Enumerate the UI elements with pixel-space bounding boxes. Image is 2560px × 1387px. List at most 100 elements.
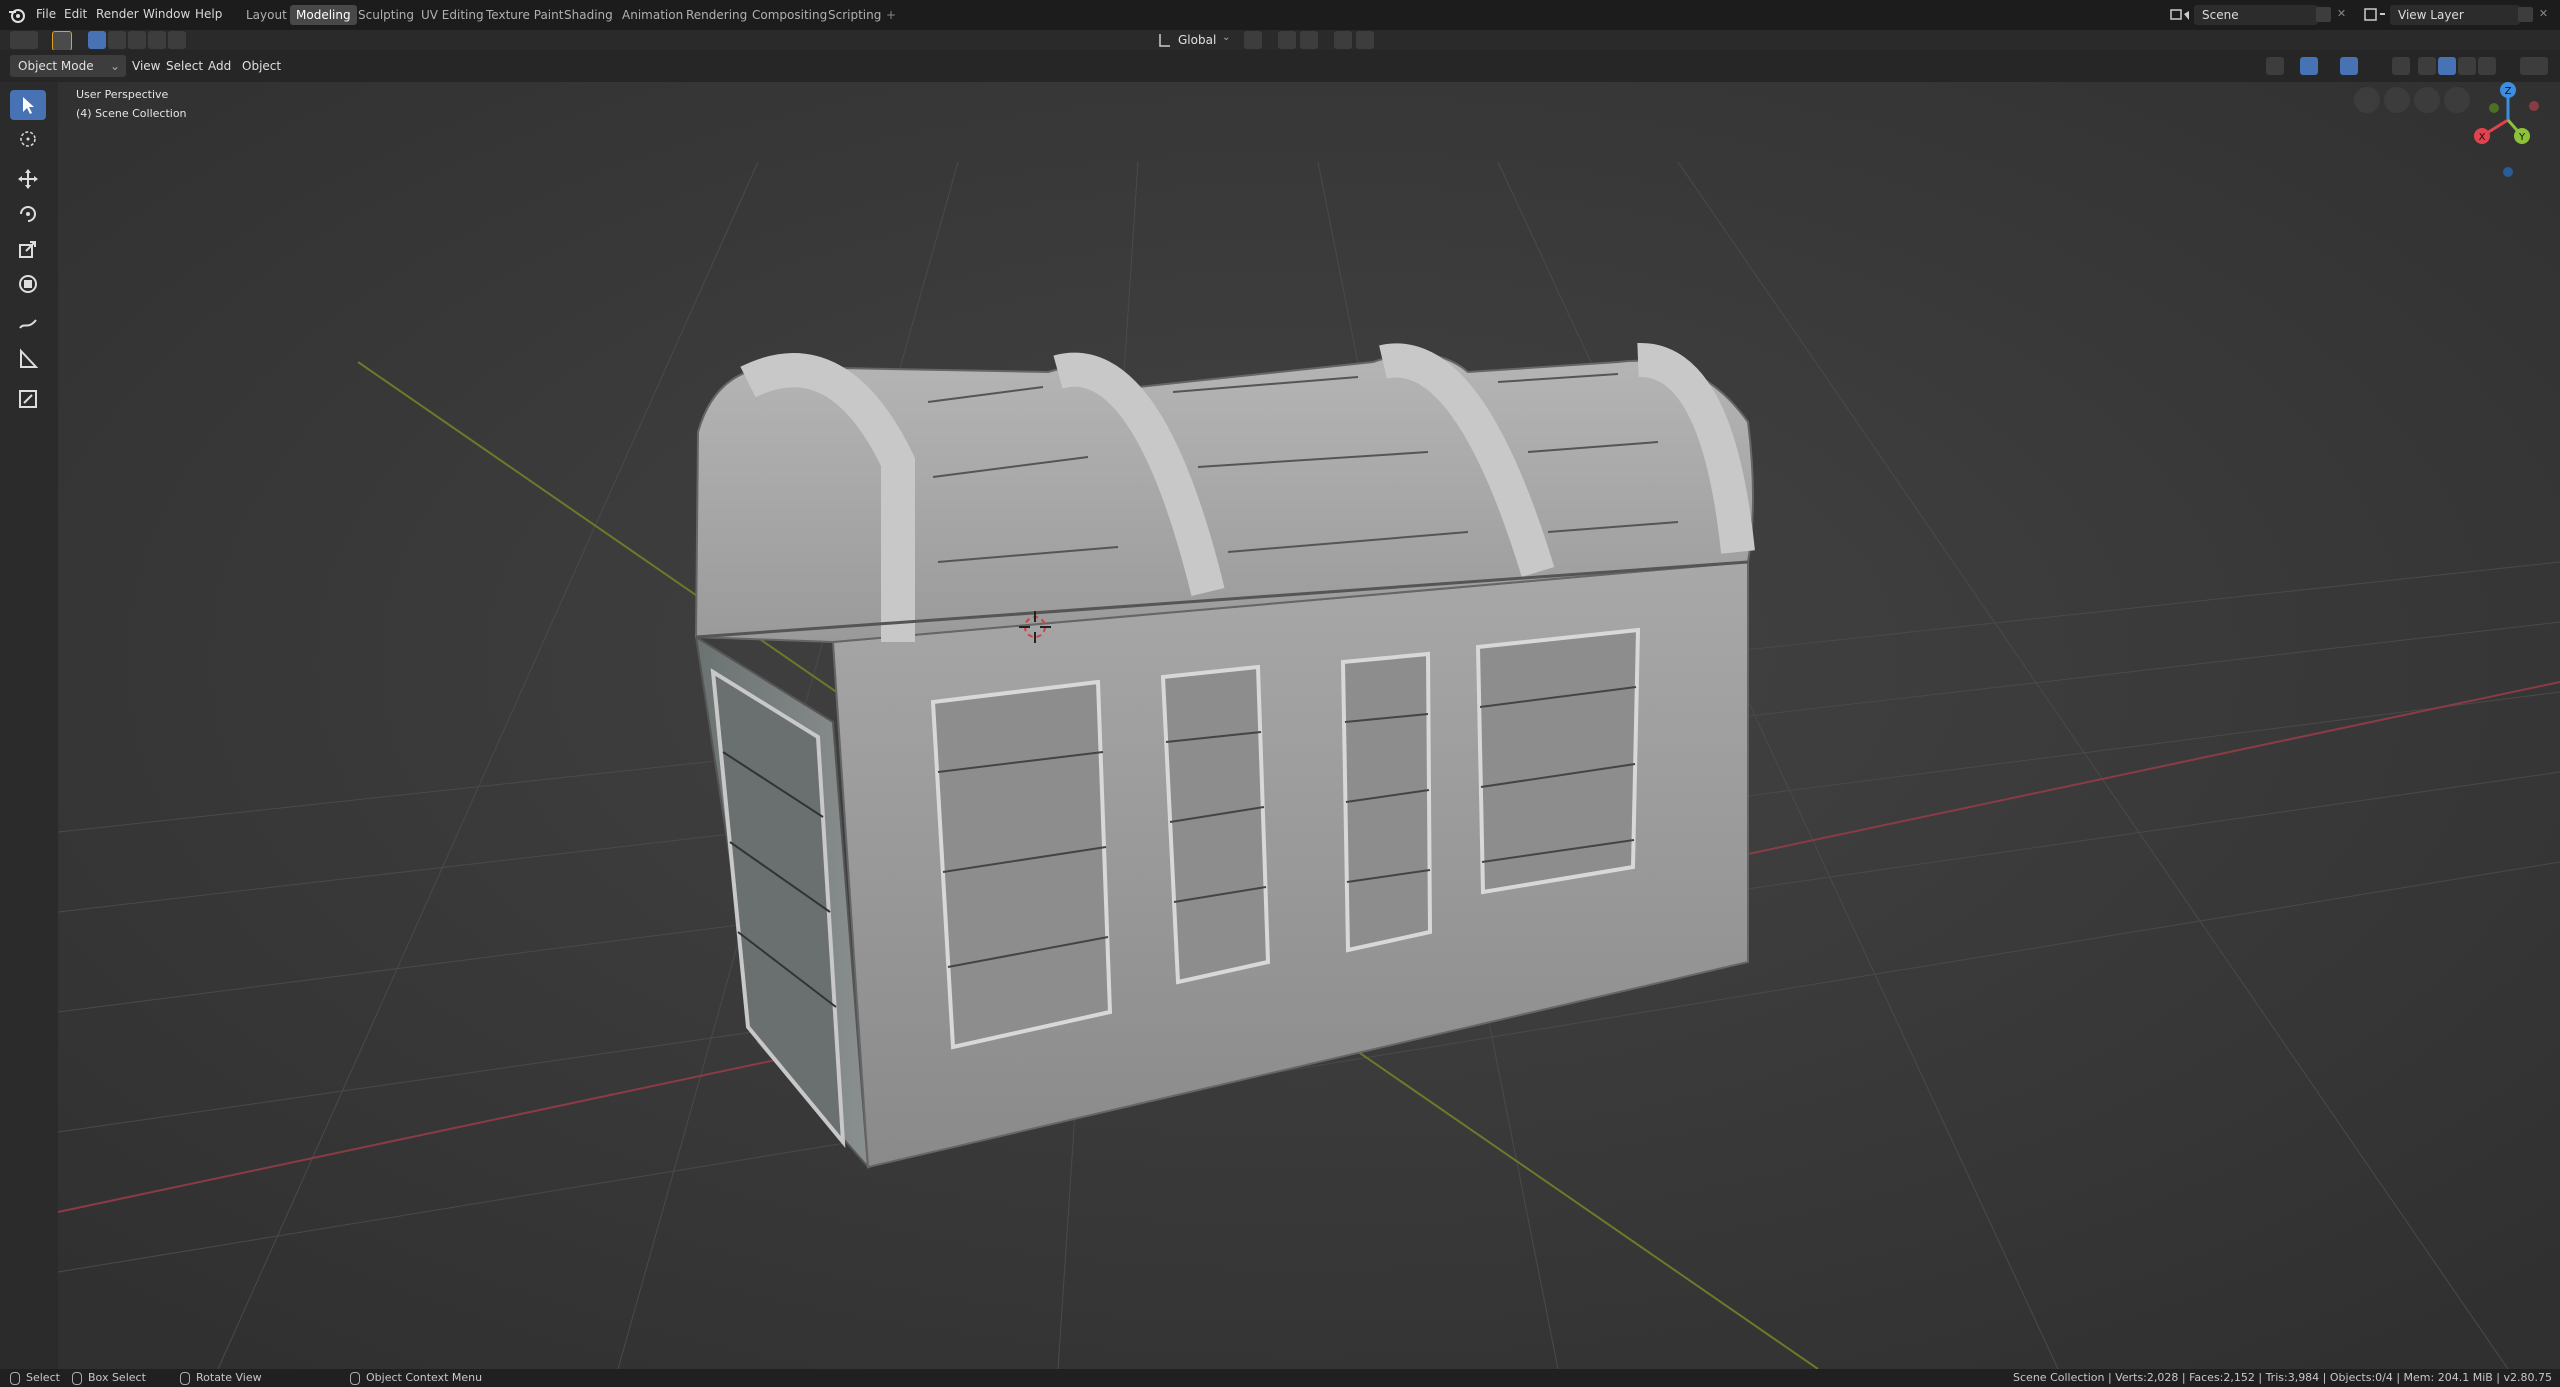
select-box-tool[interactable] — [10, 90, 46, 120]
pan-view-hand-icon[interactable] — [2414, 87, 2440, 113]
material-shading-icon[interactable] — [2458, 57, 2476, 75]
add-workspace-button[interactable]: + — [880, 5, 902, 25]
view-layer-field[interactable]: View Layer — [2390, 5, 2520, 25]
mode-dropdown[interactable]: Object Mode ⌄ — [10, 55, 126, 77]
select-mode-new-icon[interactable] — [88, 31, 106, 49]
viewport-header: Object Mode ⌄ View Select Add Object — [0, 50, 2560, 82]
tab-scripting[interactable]: Scripting — [822, 5, 887, 25]
view-layer-icon[interactable] — [2362, 6, 2388, 24]
rotate-icon — [20, 206, 36, 222]
menu-window[interactable]: Window — [143, 7, 190, 21]
view-perspective-label: User Perspective — [76, 88, 169, 101]
status-rotate-view: Rotate View — [180, 1371, 262, 1385]
remove-scene-icon[interactable]: ✕ — [2334, 7, 2349, 22]
xray-toggle-icon[interactable] — [2392, 57, 2410, 75]
select-mode-invert-icon[interactable] — [148, 31, 166, 49]
neg-y-axis-handle[interactable] — [2489, 103, 2499, 113]
crosshair-icon — [20, 131, 36, 147]
select-mode-extend-icon[interactable] — [108, 31, 126, 49]
new-view-layer-button[interactable] — [2518, 7, 2533, 22]
chest-panel-1 — [930, 679, 1113, 1050]
neg-z-axis-handle[interactable] — [2503, 167, 2513, 177]
solid-shading-icon[interactable] — [2438, 57, 2456, 75]
scale-icon — [19, 241, 36, 258]
add-cube-tool[interactable] — [10, 384, 46, 414]
transform-orientation-dropdown[interactable]: Global — [1172, 29, 1222, 51]
falloff-icon[interactable] — [1356, 31, 1374, 49]
collection-label: (4) Scene Collection — [76, 107, 187, 120]
tab-texture-paint[interactable]: Texture Paint — [480, 5, 569, 25]
pencil-icon — [19, 319, 37, 329]
status-box-select: Box Select — [72, 1371, 146, 1385]
move-tool[interactable] — [10, 164, 46, 194]
gizmo-toggle-icon[interactable] — [2300, 57, 2318, 75]
overlays-toggle-icon[interactable] — [2340, 57, 2358, 75]
x-axis-label: X — [2479, 132, 2486, 143]
viewport-canvas[interactable]: Z X Y — [57, 82, 2560, 1370]
tab-shading[interactable]: Shading — [558, 5, 619, 25]
proportional-editing-icon[interactable] — [1334, 31, 1352, 49]
annotate-tool[interactable] — [10, 309, 46, 339]
menu-render[interactable]: Render — [96, 7, 139, 21]
rendered-shading-icon[interactable] — [2478, 57, 2496, 75]
mouse-drag-icon — [72, 1371, 82, 1385]
mouse-left-icon — [10, 1371, 20, 1385]
tab-layout[interactable]: Layout — [240, 5, 293, 25]
scale-tool[interactable] — [10, 234, 46, 264]
remove-view-layer-icon[interactable]: ✕ — [2536, 7, 2551, 22]
transform-orientation-icon — [1159, 34, 1170, 47]
ruler-icon — [20, 348, 39, 368]
visibility-icon[interactable] — [2266, 57, 2284, 75]
tab-uv-editing[interactable]: UV Editing — [415, 5, 490, 25]
chevron-down-icon: ⌄ — [109, 59, 120, 73]
scene-name-field[interactable]: Scene — [2194, 5, 2318, 25]
rotate-tool[interactable] — [10, 199, 46, 229]
move-icon — [18, 169, 38, 189]
status-rotate-view-label: Rotate View — [196, 1371, 262, 1384]
select-mode-intersect-icon[interactable] — [168, 31, 186, 49]
cursor-arrow-icon — [23, 97, 34, 114]
cursor-tool[interactable] — [10, 124, 46, 154]
select-mode-subtract-icon[interactable] — [128, 31, 146, 49]
zoom-view-icon[interactable] — [2444, 87, 2470, 113]
chest-panel-3 — [1340, 651, 1433, 953]
tab-modeling[interactable]: Modeling — [290, 5, 357, 25]
neg-x-axis-handle[interactable] — [2529, 101, 2539, 111]
measure-tool[interactable] — [10, 344, 46, 374]
snap-target-icon[interactable] — [1300, 31, 1318, 49]
menu-edit[interactable]: Edit — [64, 7, 87, 21]
tab-sculpting[interactable]: Sculpting — [352, 5, 420, 25]
3d-viewport[interactable]: Z X Y User Perspective (4) Scene Collect… — [57, 82, 2560, 1370]
menu-object[interactable]: Object — [236, 55, 287, 77]
chest-panel-4 — [1475, 627, 1641, 895]
tab-animation[interactable]: Animation — [616, 5, 689, 25]
snap-icon[interactable] — [1278, 31, 1296, 49]
status-context-menu: Object Context Menu — [350, 1371, 482, 1385]
menu-help[interactable]: Help — [195, 7, 222, 21]
sidebar-toggle-icon[interactable] — [2520, 57, 2548, 75]
tab-rendering[interactable]: Rendering — [680, 5, 753, 25]
tab-compositing[interactable]: Compositing — [746, 5, 833, 25]
menu-file[interactable]: File — [36, 7, 56, 21]
status-select-label: Select — [26, 1371, 60, 1384]
mouse-right-icon — [350, 1371, 360, 1385]
wireframe-shading-icon[interactable] — [2418, 57, 2436, 75]
menu-add[interactable]: Add — [202, 55, 237, 77]
blender-logo-icon[interactable] — [8, 6, 26, 24]
tool-shelf — [0, 82, 58, 1369]
toggle-camera-view-icon[interactable] — [2354, 87, 2380, 113]
new-scene-button[interactable] — [2316, 7, 2331, 22]
scene-statistics: Scene Collection | Verts:2,028 | Faces:2… — [2013, 1371, 2552, 1384]
cube-add-icon — [19, 390, 37, 408]
editor-type-icon[interactable] — [10, 31, 38, 49]
z-axis-label: Z — [2505, 86, 2512, 97]
scene-icon[interactable] — [2168, 6, 2192, 24]
pivot-point-icon[interactable] — [1244, 31, 1262, 49]
mouse-middle-icon — [180, 1371, 190, 1385]
transform-tool[interactable] — [10, 269, 46, 299]
top-bar: File Edit Render Window Help Layout Mode… — [0, 0, 2560, 30]
chevron-down-icon[interactable]: ⌄ — [1222, 32, 1230, 43]
camera-view-icon[interactable] — [2384, 87, 2410, 113]
tool-settings-bar: Global ⌄ — [0, 29, 2560, 51]
select-tool-icon[interactable] — [52, 31, 72, 51]
